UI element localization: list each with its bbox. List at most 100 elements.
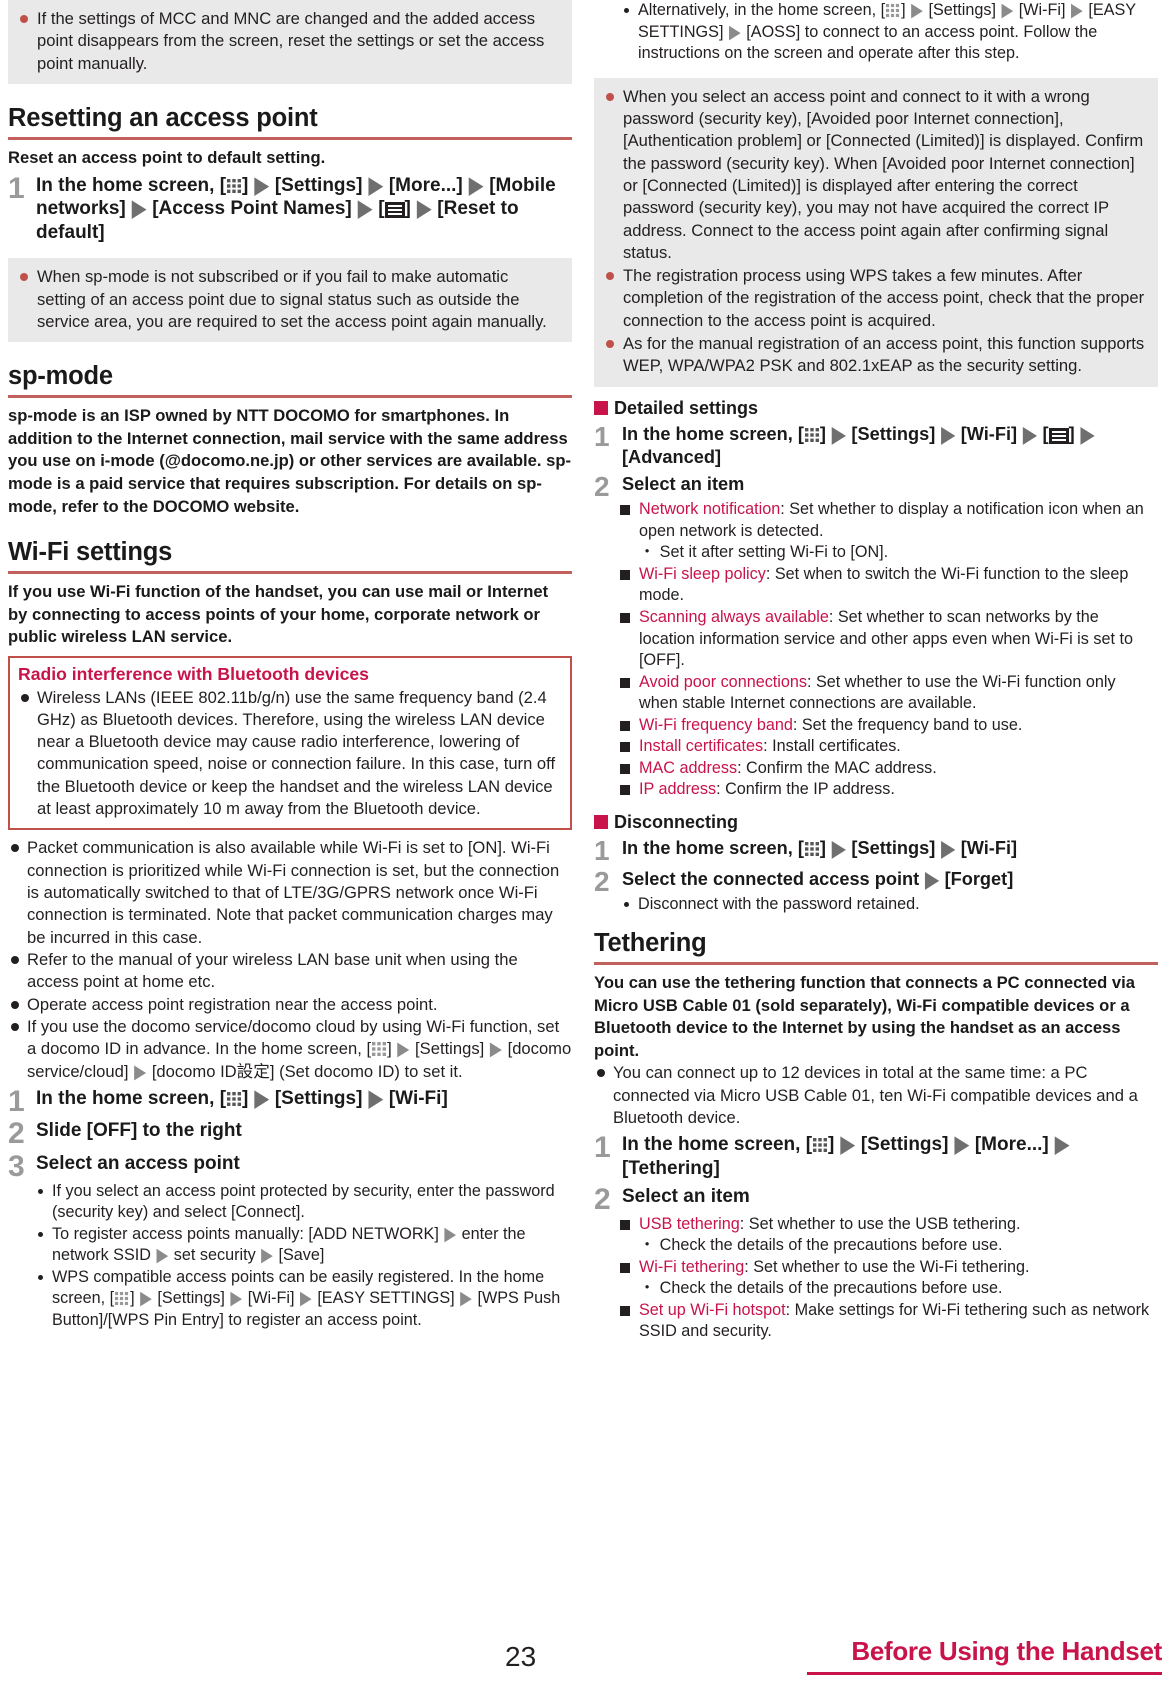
arrow-icon: ▶	[417, 195, 432, 221]
step-text-part: In the home screen, [	[36, 1087, 227, 1109]
page-footer: 23 Before Using the Handset	[0, 1615, 1170, 1685]
red-callout-bluetooth: Radio interference with Bluetooth device…	[8, 655, 572, 831]
step-wifi-3: 3 Select an access point	[8, 1150, 572, 1184]
arrow-icon: ▶	[358, 195, 372, 221]
bullet-dot-icon	[11, 844, 19, 853]
app-grid-icon	[114, 1291, 130, 1307]
sub-bullet-text: To register access points manually: [ADD…	[52, 1224, 444, 1243]
sub-bullet-text: [Settings]	[157, 1289, 230, 1308]
section-rule	[594, 962, 1158, 966]
square-bullet-icon	[620, 505, 630, 516]
step-tethering-1: 1 In the home screen, [] ▶ [Settings] ▶ …	[594, 1131, 1158, 1181]
bullet-dot-icon	[11, 1022, 19, 1031]
sub-bullet-manual-register: To register access points manually: [ADD…	[34, 1223, 572, 1267]
step-number: 1	[594, 1131, 611, 1165]
bullet-text: Operate access point registration near t…	[27, 994, 438, 1014]
arrow-icon: ▶	[1055, 1131, 1069, 1157]
step-text: In the home screen, [] ▶ [Settings] ▶ [W…	[622, 835, 1158, 861]
item-desc: : Install certificates.	[763, 737, 901, 756]
step-text: Select an access point	[36, 1153, 240, 1175]
item-note-usb-precautions: ・ Check the details of the precautions b…	[639, 1236, 1003, 1255]
menu-icon	[384, 201, 405, 219]
bullet-dot-icon	[606, 340, 614, 349]
sub-bullet-text: [Settings]	[928, 1, 1001, 19]
item-scanning-always-available: Scanning always available: Set whether t…	[620, 607, 1158, 672]
square-bullet-icon	[620, 613, 630, 624]
step-detailed-1: 1 In the home screen, [] ▶ [Settings] ▶ …	[594, 420, 1158, 469]
left-column: If the settings of MCC and MNC are chang…	[8, 0, 572, 1343]
arrow-icon: ▶	[840, 1131, 855, 1157]
app-grid-icon	[885, 3, 901, 19]
arrow-icon: ▶	[254, 1085, 269, 1111]
sub-bullet-text: If you select an access point protected …	[52, 1181, 555, 1222]
section-rule	[8, 395, 572, 399]
step-detailed-2: 2 Select an item	[594, 472, 1158, 500]
arrow-icon: ▶	[132, 195, 146, 221]
step-text: In the home screen, [] ▶ [Settings] ▶ [W…	[622, 420, 1094, 467]
sub-bullet-text: [Wi-Fi]	[247, 1289, 299, 1308]
arrow-icon: ▶	[1080, 420, 1094, 446]
item-term: Scanning always available	[639, 608, 829, 627]
step-number: 2	[8, 1117, 25, 1151]
arrow-icon: ▶	[444, 1223, 457, 1245]
step-number: 3	[8, 1150, 25, 1184]
arrow-icon: ▶	[140, 1288, 152, 1310]
step-number: 1	[8, 171, 25, 205]
subheading-detailed-settings: Detailed settings	[594, 398, 1158, 419]
arrow-icon: ▶	[832, 835, 846, 861]
arrow-icon: ▶	[941, 420, 955, 446]
step-number: 2	[594, 1183, 611, 1217]
arrow-icon: ▶	[489, 1039, 502, 1061]
footer-section-title: Before Using the Handset	[851, 1636, 1162, 1666]
note-item: When sp-mode is not subscribed or if you…	[18, 266, 560, 333]
step-text-part: ]	[242, 1087, 254, 1109]
spmode-lead-text: sp-mode is an ISP owned by NTT DOCOMO fo…	[8, 406, 571, 516]
item-wifi-tethering: Wi-Fi tethering: Set whether to use the …	[620, 1257, 1158, 1279]
note-box-wifi-warnings: When you select an access point and conn…	[594, 77, 1158, 387]
sub-bullet-text: [Wi-Fi]	[1018, 1, 1071, 19]
app-grid-icon	[371, 1041, 387, 1057]
page-number: 23	[505, 1641, 537, 1672]
sub-bullet-disconnect-note: Disconnect with the password retained.	[620, 894, 1158, 916]
app-grid-icon	[812, 1136, 828, 1153]
note-item: As for the manual registration of an acc…	[604, 333, 1146, 378]
arrow-icon: ▶	[728, 21, 741, 43]
note-text: When you select an access point and conn…	[623, 86, 1144, 262]
item-term: Network notification	[639, 500, 781, 519]
step-text-part: [More...]	[974, 1134, 1055, 1156]
step-number: 1	[594, 834, 610, 866]
note-text: When sp-mode is not subscribed or if you…	[37, 267, 547, 331]
subheading-label: Detailed settings	[614, 397, 759, 418]
item-ip-address: IP address: Confirm the IP address.	[620, 779, 1158, 801]
item-term: IP address	[639, 780, 717, 799]
bullet-dot-icon	[624, 8, 629, 13]
arrow-icon: ▶	[261, 1244, 273, 1267]
arrow-icon: ▶	[460, 1288, 472, 1310]
item-desc: : Set whether to use the USB tethering.	[739, 1214, 1021, 1233]
arrow-icon: ▶	[1071, 0, 1083, 21]
bullet-dot-icon	[38, 1188, 43, 1194]
arrow-icon: ▶	[134, 1061, 147, 1083]
subheading-disconnecting: Disconnecting	[594, 812, 1158, 833]
bullet-dot-icon	[597, 1069, 605, 1078]
step-text-part: [Settings]	[274, 174, 368, 196]
section-heading-resetting: Resetting an access point	[8, 103, 318, 132]
arrow-icon: ▶	[911, 0, 923, 21]
square-bullet-icon	[620, 569, 630, 580]
note-box-mcc-mnc: If the settings of MCC and MNC are chang…	[8, 0, 572, 84]
item-term: MAC address	[639, 758, 738, 777]
step-text-part: [Settings]	[851, 423, 941, 444]
two-column-layout: If the settings of MCC and MNC are chang…	[0, 0, 1170, 1343]
note-text: The registration process using WPS takes…	[623, 266, 1145, 330]
bullet-dot-icon	[38, 1231, 43, 1237]
step-text-part: In the home screen, [	[622, 1134, 813, 1156]
bullet-dot-icon	[11, 955, 19, 964]
right-column: Alternatively, in the home screen, [] ▶ …	[594, 0, 1158, 1343]
step-text-part: Select the connected access point	[622, 868, 925, 889]
arrow-icon: ▶	[230, 1288, 243, 1310]
arrow-icon: ▶	[299, 1288, 312, 1310]
bullet-text: Refer to the manual of your wireless LAN…	[27, 949, 518, 992]
item-term: Wi-Fi frequency band	[639, 715, 793, 734]
app-grid-icon	[804, 840, 820, 856]
item-install-certificates: Install certificates: Install certificat…	[620, 736, 1158, 758]
